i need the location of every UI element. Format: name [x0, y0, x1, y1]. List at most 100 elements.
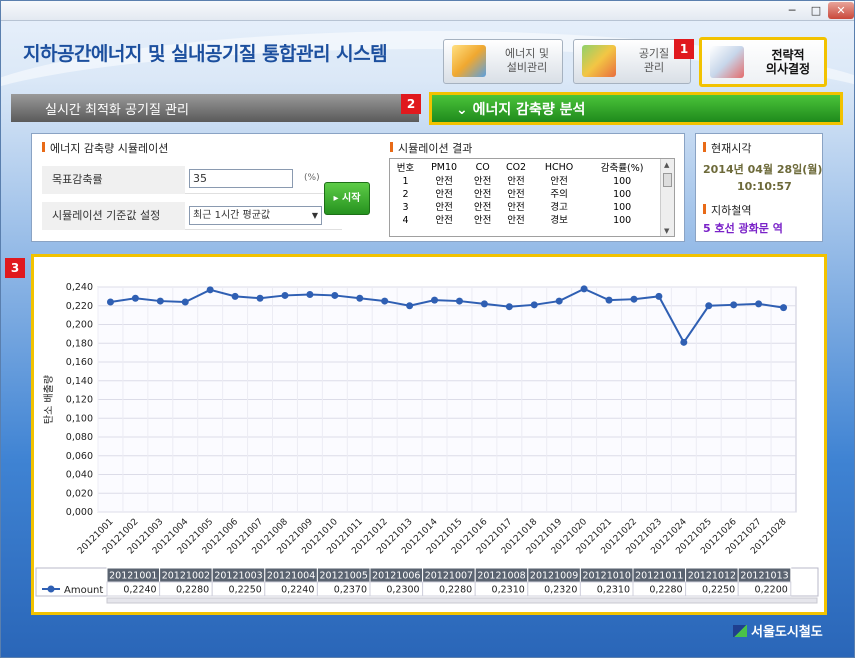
- cell: 안전: [435, 202, 453, 213]
- data-table-header-text: 20121012: [688, 571, 736, 582]
- horizontal-scrollbar: [106, 597, 818, 604]
- badge-1: 1: [674, 39, 694, 59]
- table-row[interactable]: 2 안전 안전 안전 주의 100: [390, 188, 660, 201]
- col-header: CO: [475, 161, 490, 173]
- cell: 2: [402, 189, 409, 200]
- data-table-value: 0,2200: [755, 585, 788, 596]
- data-point: [431, 296, 439, 304]
- result-scrollbar[interactable]: ▲ ▼: [660, 159, 674, 236]
- data-table-header-text: 20121008: [477, 571, 525, 582]
- cell: 안전: [473, 189, 492, 200]
- baseline-select[interactable]: 최근 1시간 평균값 ▼: [189, 206, 322, 225]
- cell: 100: [613, 176, 632, 187]
- cell: 100: [613, 215, 632, 226]
- cell: 안전: [435, 189, 453, 200]
- data-table-header-text: 20121003: [214, 571, 262, 582]
- data-point: [480, 300, 488, 308]
- baseline-label: 시뮬레이션 기준값 설정: [42, 202, 185, 230]
- col-header: CO2: [505, 161, 527, 173]
- cell: 주의: [550, 189, 568, 200]
- data-table-header-text: 20121011: [635, 571, 683, 582]
- cell: 1: [402, 176, 409, 187]
- data-table-header-text: 20121006: [372, 571, 420, 582]
- data-point: [680, 338, 688, 346]
- cell: 안전: [507, 189, 525, 200]
- current-time: 10:10:57: [737, 180, 792, 193]
- data-point: [780, 304, 788, 312]
- table-row[interactable]: 4 안전 안전 안전 경보 100: [390, 214, 660, 227]
- table-row[interactable]: 3 안전 안전 안전 경고 100: [390, 201, 660, 214]
- data-point: [381, 297, 389, 305]
- target-row: 목표감축률 35 (%): [42, 166, 342, 194]
- energy-reduction-analysis-bar[interactable]: ⌄ 에너지 감축량 분석: [429, 92, 843, 125]
- data-point: [356, 294, 364, 302]
- data-point: [730, 301, 738, 309]
- data-point: [106, 298, 114, 306]
- data-point: [131, 294, 139, 302]
- cell: 4: [402, 215, 409, 226]
- data-table-header-text: 20121013: [740, 571, 788, 582]
- result-header-row: 번호 PM10 CO CO2 HCHO 감축률(%): [390, 159, 660, 175]
- decision-icon: [710, 46, 744, 78]
- data-table-value: 0,2250: [229, 585, 262, 596]
- y-tick-label: 0,120: [66, 395, 93, 406]
- chevron-down-icon: ▼: [311, 211, 318, 220]
- green-title: ⌄ 에너지 감축량 분석: [456, 102, 586, 118]
- y-tick-label: 0,140: [66, 376, 93, 387]
- data-table-header-text: 20121007: [425, 571, 473, 582]
- energy-icon: [452, 45, 486, 77]
- close-icon[interactable]: ✕: [828, 2, 854, 19]
- scroll-up-icon[interactable]: ▲: [664, 161, 669, 169]
- data-table-value: 0,2320: [544, 585, 577, 596]
- data-table-header-text: 20121004: [267, 571, 315, 582]
- y-tick-label: 0,020: [66, 488, 93, 499]
- data-point: [505, 303, 513, 311]
- table-row[interactable]: 1 안전 안전 안전 안전 100: [390, 175, 660, 188]
- data-table-value: 0,2310: [492, 585, 525, 596]
- y-tick-label: 0,160: [66, 357, 93, 368]
- badge-3: 3: [5, 258, 25, 278]
- col-header: PM10: [431, 161, 458, 173]
- data-point: [705, 302, 713, 310]
- data-table-value: 0,2240: [123, 585, 156, 596]
- data-point: [231, 292, 239, 300]
- data-point: [605, 296, 613, 304]
- strategic-decision-button[interactable]: 전략적 의사결정: [699, 37, 827, 87]
- data-point: [156, 297, 164, 305]
- cell: 경보: [550, 215, 568, 226]
- data-table-value: 0,2310: [597, 585, 630, 596]
- data-point: [256, 294, 264, 302]
- start-button[interactable]: ▸ 시작: [324, 182, 370, 215]
- cell: 3: [402, 202, 409, 213]
- data-table-header-text: 20121010: [583, 571, 631, 582]
- cell: 100: [613, 202, 632, 213]
- data-point: [406, 302, 414, 310]
- current-date: 2014년 04월 28일(월): [703, 163, 823, 176]
- y-tick-label: 0,200: [66, 320, 93, 331]
- y-tick-label: 0,080: [66, 432, 93, 443]
- result-heading: 시뮬레이션 결과: [389, 142, 473, 155]
- air-quality-icon: [582, 45, 616, 77]
- target-input[interactable]: 35: [189, 169, 293, 188]
- maximize-icon[interactable]: □: [804, 2, 828, 19]
- cell: 안전: [507, 176, 525, 187]
- title-bar: ─ □ ✕: [1, 1, 854, 21]
- col-header: 번호: [396, 163, 415, 174]
- scroll-thumb[interactable]: [663, 173, 672, 187]
- cell: 안전: [507, 202, 525, 213]
- scroll-down-icon[interactable]: ▼: [664, 227, 669, 235]
- data-table-value: 0,2280: [176, 585, 209, 596]
- minimize-icon[interactable]: ─: [780, 2, 804, 19]
- data-table-value: 0,2370: [334, 585, 367, 596]
- strategic-decision-label: 전략적 의사결정: [765, 48, 811, 76]
- cell: 안전: [473, 176, 492, 187]
- data-table-header-text: 20121002: [162, 571, 210, 582]
- subbar-title: 실시간 최적화 공기질 관리: [45, 103, 189, 118]
- chart-panel: 0,000 0,020 0,040 0,060 0,080 0,100 0,120 0,140…: [31, 254, 827, 615]
- cell: 안전: [550, 176, 568, 187]
- energy-facility-button[interactable]: 에너지 및 설비관리: [443, 39, 563, 84]
- legend-label: Amount: [64, 585, 103, 596]
- realtime-air-quality-bar[interactable]: 실시간 최적화 공기질 관리: [11, 94, 419, 122]
- cell: 100: [613, 189, 632, 200]
- y-tick-label: 0,000: [66, 507, 93, 518]
